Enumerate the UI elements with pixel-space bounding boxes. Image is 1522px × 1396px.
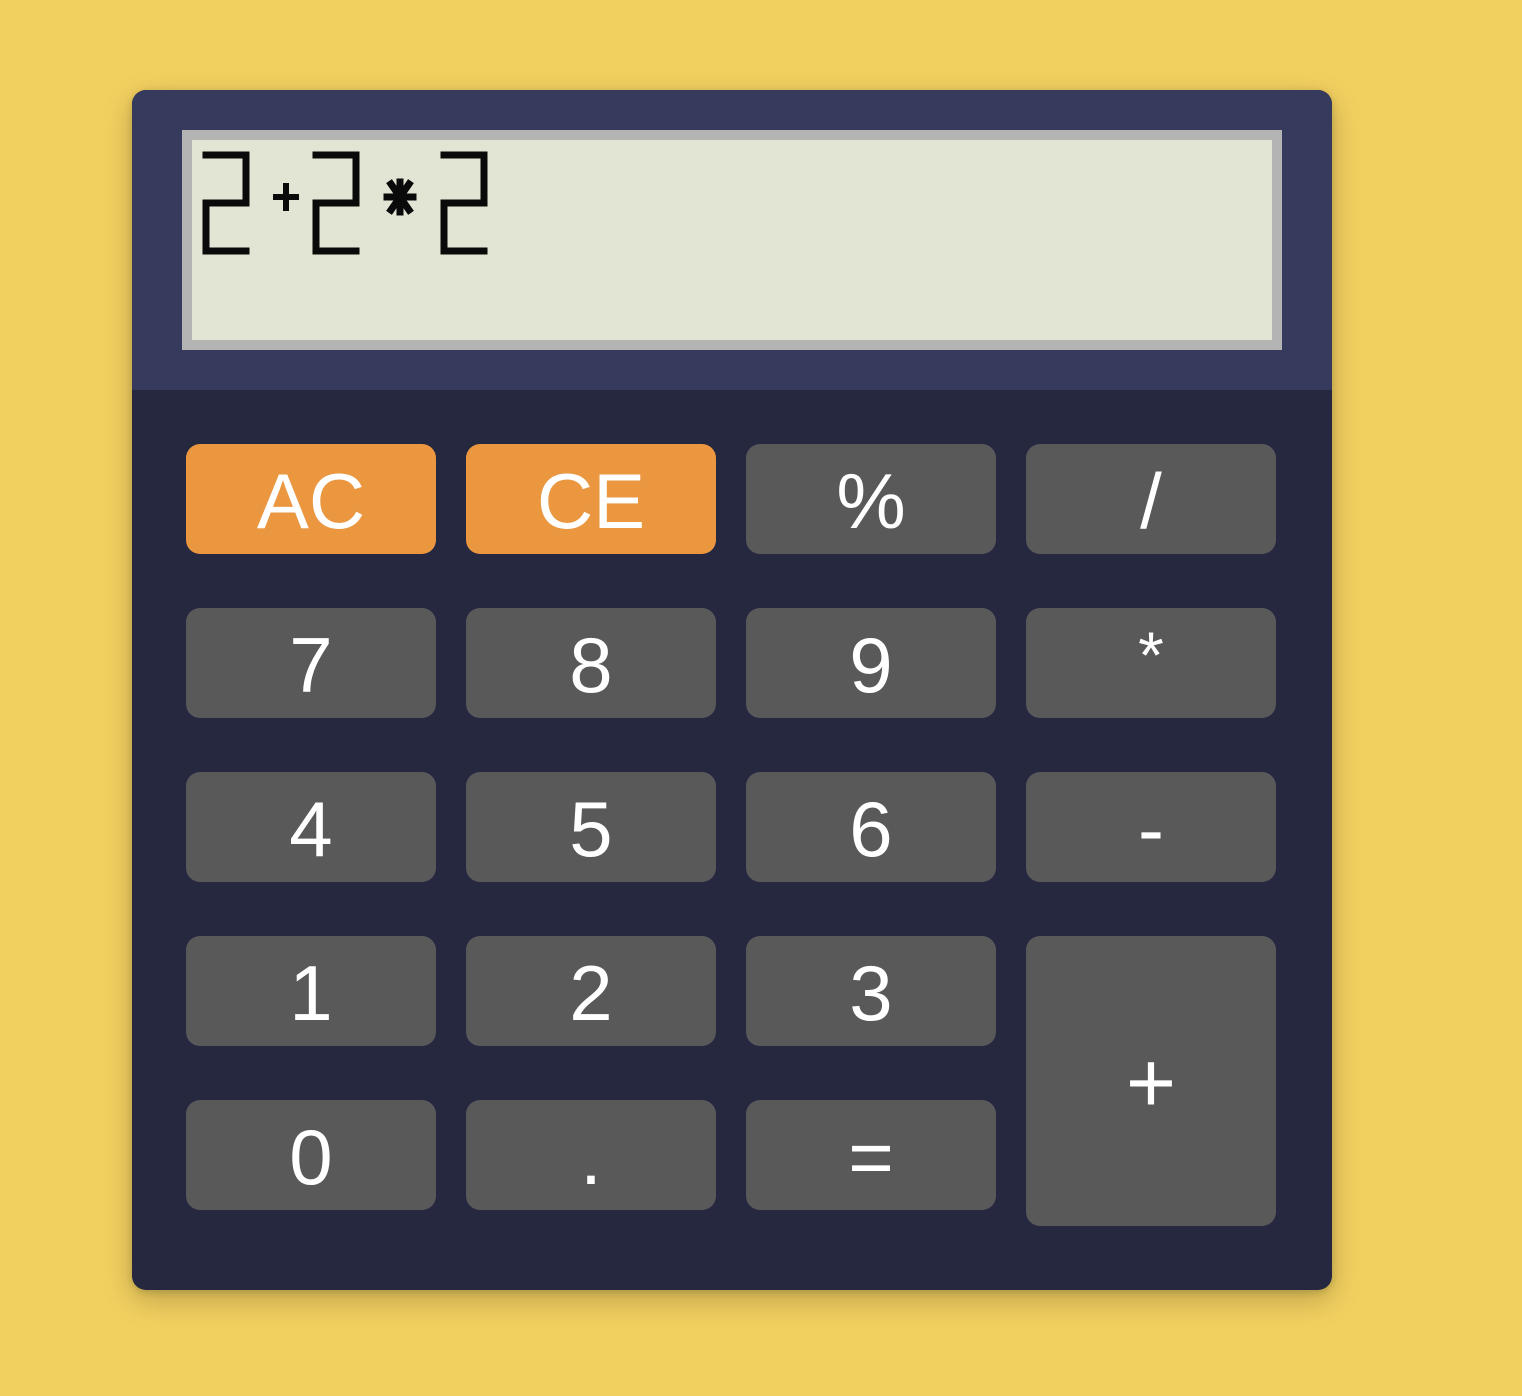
minus-label: -: [1138, 785, 1164, 873]
digit-0-label: 0: [289, 1113, 333, 1201]
lcd-screen: [182, 130, 1282, 350]
clear-entry-button[interactable]: CE: [466, 444, 716, 554]
digit-6-label: 6: [849, 785, 893, 873]
digit-0-button[interactable]: 0: [186, 1100, 436, 1210]
multiply-label: *: [1138, 618, 1164, 692]
decimal-point-button[interactable]: .: [466, 1100, 716, 1210]
plus-label: +: [1125, 1035, 1177, 1131]
calculator: AC CE % / 7 8 9 * 4 5 6 - 1 2 3 + 0 . =: [132, 90, 1332, 1290]
percent-label: %: [836, 457, 906, 545]
digit-8-button[interactable]: 8: [466, 608, 716, 718]
digit-1-button[interactable]: 1: [186, 936, 436, 1046]
equals-button[interactable]: =: [746, 1100, 996, 1210]
minus-button[interactable]: -: [1026, 772, 1276, 882]
digit-3-label: 3: [849, 949, 893, 1037]
percent-button[interactable]: %: [746, 444, 996, 554]
digit-3-button[interactable]: 3: [746, 936, 996, 1046]
digit-2-button[interactable]: 2: [466, 936, 716, 1046]
all-clear-button[interactable]: AC: [186, 444, 436, 554]
digit-5-label: 5: [569, 785, 613, 873]
digit-1-label: 1: [289, 949, 333, 1037]
digit-7-button[interactable]: 7: [186, 608, 436, 718]
equals-label: =: [848, 1113, 894, 1201]
divide-label: /: [1140, 457, 1162, 545]
digit-9-button[interactable]: 9: [746, 608, 996, 718]
lcd-expression: [202, 151, 488, 255]
clear-entry-label: CE: [536, 457, 646, 545]
digit-4-button[interactable]: 4: [186, 772, 436, 882]
display-panel: [132, 90, 1332, 390]
plus-button[interactable]: +: [1026, 936, 1276, 1226]
decimal-point-label: .: [580, 1113, 602, 1201]
divide-button[interactable]: /: [1026, 444, 1276, 554]
digit-6-button[interactable]: 6: [746, 772, 996, 882]
digit-9-label: 9: [849, 621, 893, 709]
digit-4-label: 4: [289, 785, 333, 873]
digit-2-label: 2: [569, 949, 613, 1037]
digit-8-label: 8: [569, 621, 613, 709]
digit-5-button[interactable]: 5: [466, 772, 716, 882]
digit-7-label: 7: [289, 621, 333, 709]
all-clear-label: AC: [256, 457, 366, 545]
multiply-button[interactable]: *: [1026, 608, 1276, 718]
